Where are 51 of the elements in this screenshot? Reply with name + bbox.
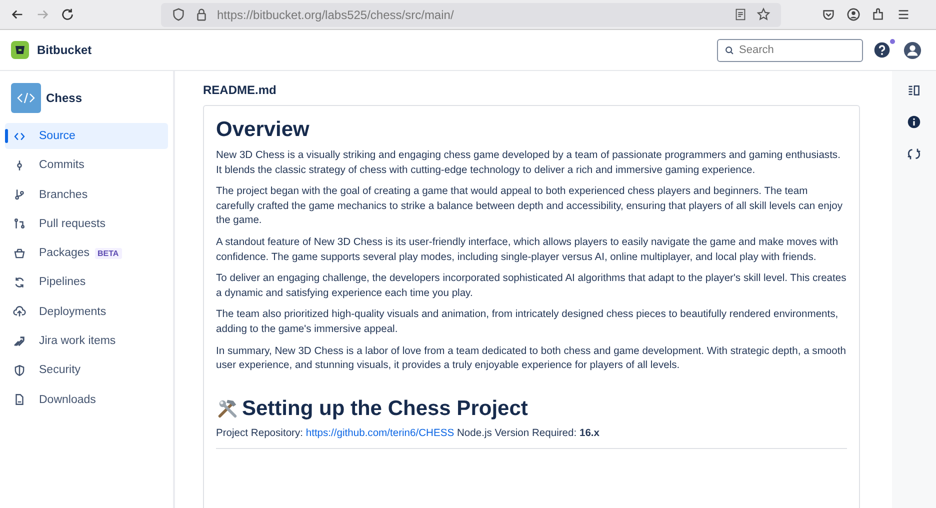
sidebar-item[interactable]: Commits	[5, 152, 168, 178]
nav-icon	[13, 188, 26, 202]
nav-icon	[13, 334, 26, 348]
reader-view-icon[interactable]	[733, 7, 748, 22]
paragraph: In summary, New 3D Chess is a labor of love from a team dedicated to both chess and game development. With strategic depth, a smooth user experience, and stunning visuals, it provides a truly enjoyable experience for players of all levels.	[216, 344, 847, 374]
nav-icon	[13, 246, 26, 260]
paragraph: New 3D Chess is a visually striking and engaging chess game developed by a team of passionate programmers and gaming enthusiasts. It blends the classic strategy of chess with cutting-edge technology to deliver a rich and immersive gaming experience.	[216, 149, 842, 178]
section-heading: Setting up the Chess Project	[242, 396, 528, 421]
search-icon	[724, 44, 735, 56]
info-icon[interactable]	[907, 115, 921, 129]
shield-icon	[171, 7, 186, 22]
sidebar-item[interactable]: Pull requests	[5, 210, 168, 237]
sync-icon[interactable]	[907, 147, 921, 161]
sidebar-item[interactable]: Pipelines	[5, 269, 168, 296]
sidebar-item[interactable]: Security	[5, 357, 168, 384]
beta-badge: BETA	[94, 248, 122, 259]
sidebar-item[interactable]: Deployments	[5, 298, 168, 325]
nav-icon	[13, 364, 26, 377]
menu-icon[interactable]	[896, 7, 911, 22]
sidebar-item[interactable]: Source	[5, 123, 168, 149]
extensions-icon[interactable]	[871, 7, 886, 22]
repository-link[interactable]: https://github.com/terin6/CHESS	[306, 428, 454, 439]
paragraph: A standout feature of New 3D Chess is its user-friendly interface, which allows players to easily navigate the game and make moves with confidence. The game supports several play modes, including single-player versus AI, online multiplayer, and local play with friends.	[216, 236, 840, 265]
nav-icon	[13, 393, 26, 406]
avatar-icon[interactable]	[903, 40, 922, 60]
file-name: README.md	[203, 83, 278, 97]
lock-icon	[194, 7, 209, 22]
code-repo-icon[interactable]	[11, 83, 41, 113]
star-icon[interactable]	[756, 7, 771, 22]
product-name[interactable]: Bitbucket	[37, 43, 92, 57]
section-heading: Overview	[216, 118, 310, 142]
account-icon[interactable]	[846, 7, 861, 22]
bitbucket-logo-icon[interactable]	[11, 41, 29, 59]
repository-name[interactable]: Chess	[46, 91, 82, 105]
paragraph: The team also prioritized high-quality visuals and animation, from intricately designed chess pieces to beautifully rendered environments, adding to the game's immersive appeal.	[216, 308, 840, 337]
file-tree-toggle-icon[interactable]	[907, 83, 921, 97]
hammer-and-wrench-icon	[216, 397, 239, 420]
pocket-icon[interactable]	[821, 7, 836, 22]
nav-icon	[13, 217, 26, 230]
sidebar-item[interactable]: Packages BETA	[5, 240, 168, 266]
nav-icon	[13, 276, 26, 289]
url-text: https://bitbucket.org/labs525/chess/src/main/	[217, 8, 454, 22]
sidebar-item[interactable]: Downloads	[5, 386, 168, 413]
nav-icon	[13, 305, 26, 318]
paragraph: The project began with the goal of creating a game that would appeal to both experienced chess players and beginners. The team carefully crafted the game mechanics to strike a balance between depth and accessibility, ensuring that players of all skill levels can enjoy the game.	[216, 185, 844, 228]
sidebar-item[interactable]: Branches	[5, 182, 168, 208]
search-field[interactable]: Search	[717, 38, 863, 62]
sidebar-item[interactable]: Jira work items	[5, 328, 168, 354]
reload-icon[interactable]	[60, 7, 75, 22]
paragraph: Project Repository: https://github.com/terin6/CHESS Node.js Version Required: 16.x	[216, 426, 601, 441]
paragraph: To deliver an engaging challenge, the developers incorporated sophisticated AI algorithms that adapt to the player's skill level. This creates a dynamic and satisfying experience each time you play.	[216, 272, 847, 301]
